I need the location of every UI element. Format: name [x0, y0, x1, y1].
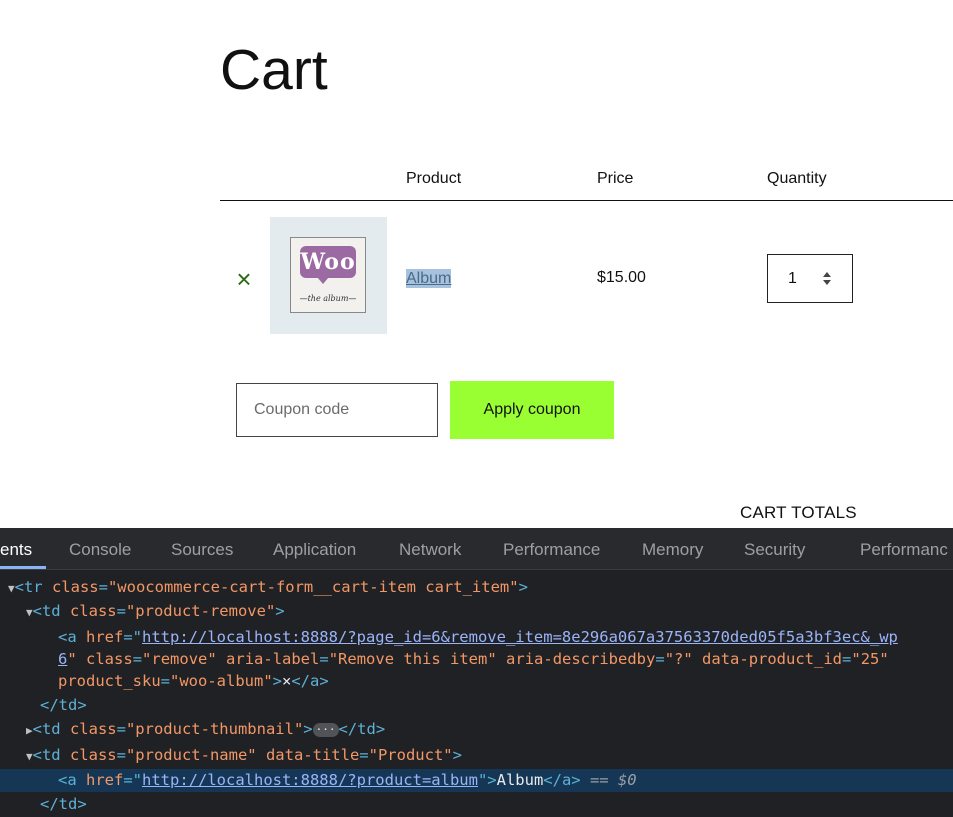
- tab-sources[interactable]: Sources: [171, 540, 233, 560]
- dom-node-a-selected[interactable]: <a href="http://localhost:8888/?product=…: [0, 769, 953, 792]
- cart-table-header: Product Price Quantity: [220, 156, 953, 201]
- coupon-placeholder: Coupon code: [254, 401, 350, 418]
- album-caption: —the album—: [299, 294, 357, 303]
- collapsed-ellipsis-icon[interactable]: ···: [312, 723, 339, 737]
- woo-logo: Woo: [300, 249, 356, 275]
- album-cover-image: Woo —the album—: [290, 237, 366, 313]
- devtools-panel: ents Console Sources Application Network…: [0, 528, 953, 817]
- dom-node-td-thumbnail[interactable]: ▶<td class="product-thumbnail"> ··· </td>: [0, 718, 953, 741]
- dom-node-td-name[interactable]: ▼<td class="product-name" data-title="Pr…: [0, 744, 953, 767]
- dom-node-td-name-close[interactable]: </td>: [0, 793, 953, 816]
- dom-node-td-close[interactable]: </td>: [0, 694, 953, 717]
- product-url-link[interactable]: http://localhost:8888/?product=album: [142, 771, 478, 789]
- header-product: Product: [406, 170, 462, 187]
- tab-security[interactable]: Security: [744, 540, 805, 560]
- dom-node-a-remove[interactable]: <a href="http://localhost:8888/?page_id=…: [0, 626, 953, 649]
- devtools-tabbar: ents Console Sources Application Network…: [0, 528, 953, 570]
- quantity-value: 1: [788, 270, 797, 287]
- header-price: Price: [597, 170, 634, 187]
- active-tab-indicator: [0, 566, 46, 569]
- dom-node-a-remove-cont[interactable]: 6" class="remove" aria-label="Remove thi…: [0, 648, 953, 671]
- spin-up-icon[interactable]: [823, 272, 831, 277]
- dom-node-td-remove[interactable]: ▼<td class="product-remove">: [0, 600, 953, 623]
- quantity-stepper[interactable]: 1: [767, 254, 853, 303]
- tab-application[interactable]: Application: [273, 540, 356, 560]
- spin-down-icon[interactable]: [823, 280, 831, 285]
- spinner-icon[interactable]: [821, 271, 833, 287]
- dom-node-tr[interactable]: ▼<tr class="woocommerce-cart-form__cart-…: [0, 576, 953, 599]
- apply-coupon-button[interactable]: Apply coupon: [450, 381, 614, 439]
- tab-memory[interactable]: Memory: [642, 540, 703, 560]
- expand-triangle-icon[interactable]: ▼: [8, 582, 15, 595]
- collapsed-triangle-icon[interactable]: ▶: [26, 724, 33, 737]
- remove-item-url-link[interactable]: http://localhost:8888/?page_id=6&remove_…: [142, 628, 898, 646]
- product-name-link[interactable]: Album: [406, 269, 452, 288]
- dom-node-a-remove-end[interactable]: product_sku="woo-album">×</a>: [0, 670, 953, 693]
- expand-triangle-icon[interactable]: ▼: [26, 606, 33, 619]
- product-thumbnail[interactable]: Woo —the album—: [270, 217, 387, 334]
- product-price: $15.00: [597, 269, 646, 286]
- coupon-code-input[interactable]: Coupon code: [236, 383, 438, 437]
- expand-triangle-icon[interactable]: ▼: [26, 750, 33, 763]
- tab-elements[interactable]: ents: [0, 540, 32, 560]
- cart-item-row: × Woo —the album— Album $15.00 1: [220, 201, 953, 351]
- tab-performance-insights[interactable]: Performanc: [860, 540, 948, 560]
- tab-console[interactable]: Console: [69, 540, 131, 560]
- page-title: Cart: [220, 38, 328, 102]
- cart-totals-heading: CART TOTALS: [740, 503, 857, 522]
- tab-network[interactable]: Network: [399, 540, 461, 560]
- header-quantity: Quantity: [767, 170, 827, 187]
- remove-item-icon[interactable]: ×: [234, 266, 254, 292]
- tab-performance[interactable]: Performance: [503, 540, 600, 560]
